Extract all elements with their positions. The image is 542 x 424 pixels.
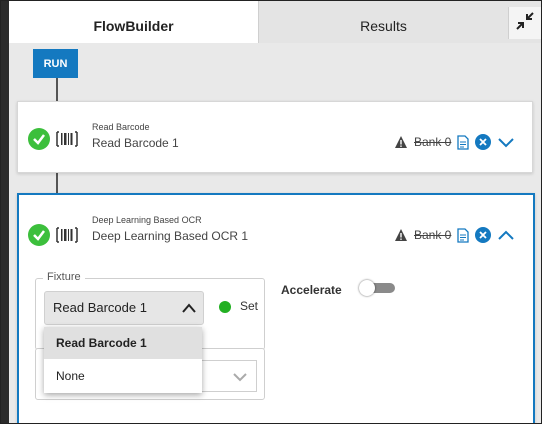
chevron-down-icon[interactable]: [497, 136, 515, 148]
step-name: Read Barcode 1: [92, 136, 179, 150]
step-type-label: Read Barcode: [92, 122, 150, 132]
check-circle-icon: [28, 128, 50, 150]
tab-results[interactable]: Results: [259, 1, 508, 43]
toggle-knob: [359, 280, 375, 296]
flow-connector: [56, 78, 58, 101]
chevron-down-icon: [232, 370, 248, 382]
tab-flowbuilder[interactable]: FlowBuilder: [9, 1, 259, 43]
fixture-select[interactable]: Read Barcode 1: [44, 291, 204, 325]
flow-connector: [56, 171, 58, 193]
dropdown-option[interactable]: Read Barcode 1: [44, 327, 202, 359]
step-type-label: Deep Learning Based OCR: [92, 215, 202, 225]
set-status-dot: [219, 301, 231, 313]
close-circle-icon[interactable]: [475, 134, 492, 150]
fixture-dropdown: Read Barcode 1 None: [44, 327, 202, 393]
tab-bar: FlowBuilder Results: [9, 1, 541, 44]
step-name: Deep Learning Based OCR 1: [92, 229, 249, 243]
collapse-icon: [515, 11, 535, 36]
warning-icon: [394, 135, 408, 149]
app-frame: FlowBuilder Results RUN Read Barcode Rea…: [0, 0, 542, 424]
dropdown-option[interactable]: None: [44, 360, 202, 392]
close-circle-icon[interactable]: [475, 227, 492, 243]
run-button[interactable]: RUN: [33, 49, 78, 78]
step-card-read-barcode[interactable]: Read Barcode Read Barcode 1 Bank 0: [17, 101, 533, 173]
collapse-button[interactable]: [508, 7, 541, 39]
accelerate-toggle[interactable]: [359, 280, 395, 296]
document-icon[interactable]: [457, 134, 470, 150]
flow-canvas: RUN Read Barcode Read Barcode 1 Bank 0 D…: [9, 43, 541, 423]
barcode-icon: [56, 129, 78, 149]
bank-label: Bank 0: [414, 135, 452, 149]
chevron-up-icon[interactable]: [497, 229, 515, 241]
accelerate-label: Accelerate: [281, 283, 342, 297]
check-circle-icon: [28, 224, 50, 246]
set-label: Set: [240, 299, 259, 313]
barcode-icon: [56, 225, 78, 245]
left-edge: [1, 1, 9, 423]
warning-icon: [394, 228, 408, 242]
fixture-legend: Fixture: [43, 271, 85, 283]
document-icon[interactable]: [457, 227, 470, 243]
chevron-up-icon: [181, 301, 197, 313]
fixture-selected-value: Read Barcode 1: [53, 300, 147, 315]
bank-label: Bank 0: [414, 228, 452, 242]
